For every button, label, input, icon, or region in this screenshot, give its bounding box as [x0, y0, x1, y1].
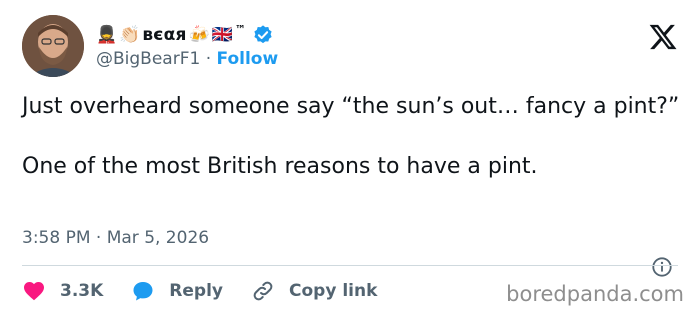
copy-link-button[interactable]: Copy link — [251, 279, 377, 303]
handle[interactable]: @BigBearF1 — [96, 49, 200, 69]
follow-button[interactable]: Follow — [217, 49, 279, 69]
avatar[interactable] — [22, 15, 84, 77]
action-bar: 3.3K Reply Copy link — [22, 277, 405, 305]
link-icon — [251, 279, 275, 303]
avatar-image — [22, 15, 84, 77]
like-count: 3.3K — [60, 281, 104, 301]
divider — [22, 265, 678, 266]
reply-bubble-icon — [131, 279, 155, 303]
info-icon[interactable] — [651, 256, 673, 278]
reply-button[interactable]: Reply — [131, 279, 223, 303]
like-button[interactable]: 3.3K — [22, 279, 103, 303]
beer-emoji-icon: 🍻 — [188, 24, 210, 45]
clap-emoji-icon: 👏🏻 — [119, 24, 141, 45]
guard-emoji-icon: 💂 — [96, 24, 118, 45]
author-name-row[interactable]: 💂 👏🏻 ʙєαя 🍻 🇬🇧 ™ — [96, 22, 274, 48]
handle-row: @BigBearF1 · Follow — [96, 49, 278, 69]
tweet-text: Just overheard someone say “the sun’s ou… — [22, 94, 680, 179]
copy-link-label: Copy link — [289, 281, 378, 301]
separator-dot: · — [205, 49, 217, 69]
watermark: boredpanda.com — [506, 282, 684, 306]
heart-icon — [22, 279, 46, 303]
trademark-symbol: ™ — [234, 23, 246, 36]
reply-label: Reply — [169, 281, 223, 301]
verified-badge-icon — [252, 24, 274, 46]
x-logo-icon[interactable] — [648, 22, 678, 52]
display-name[interactable]: ʙєαя — [142, 25, 186, 45]
uk-flag-emoji-icon: 🇬🇧 — [211, 24, 233, 45]
tweet-timestamp[interactable]: 3:58 PM · Mar 5, 2026 — [22, 228, 209, 248]
